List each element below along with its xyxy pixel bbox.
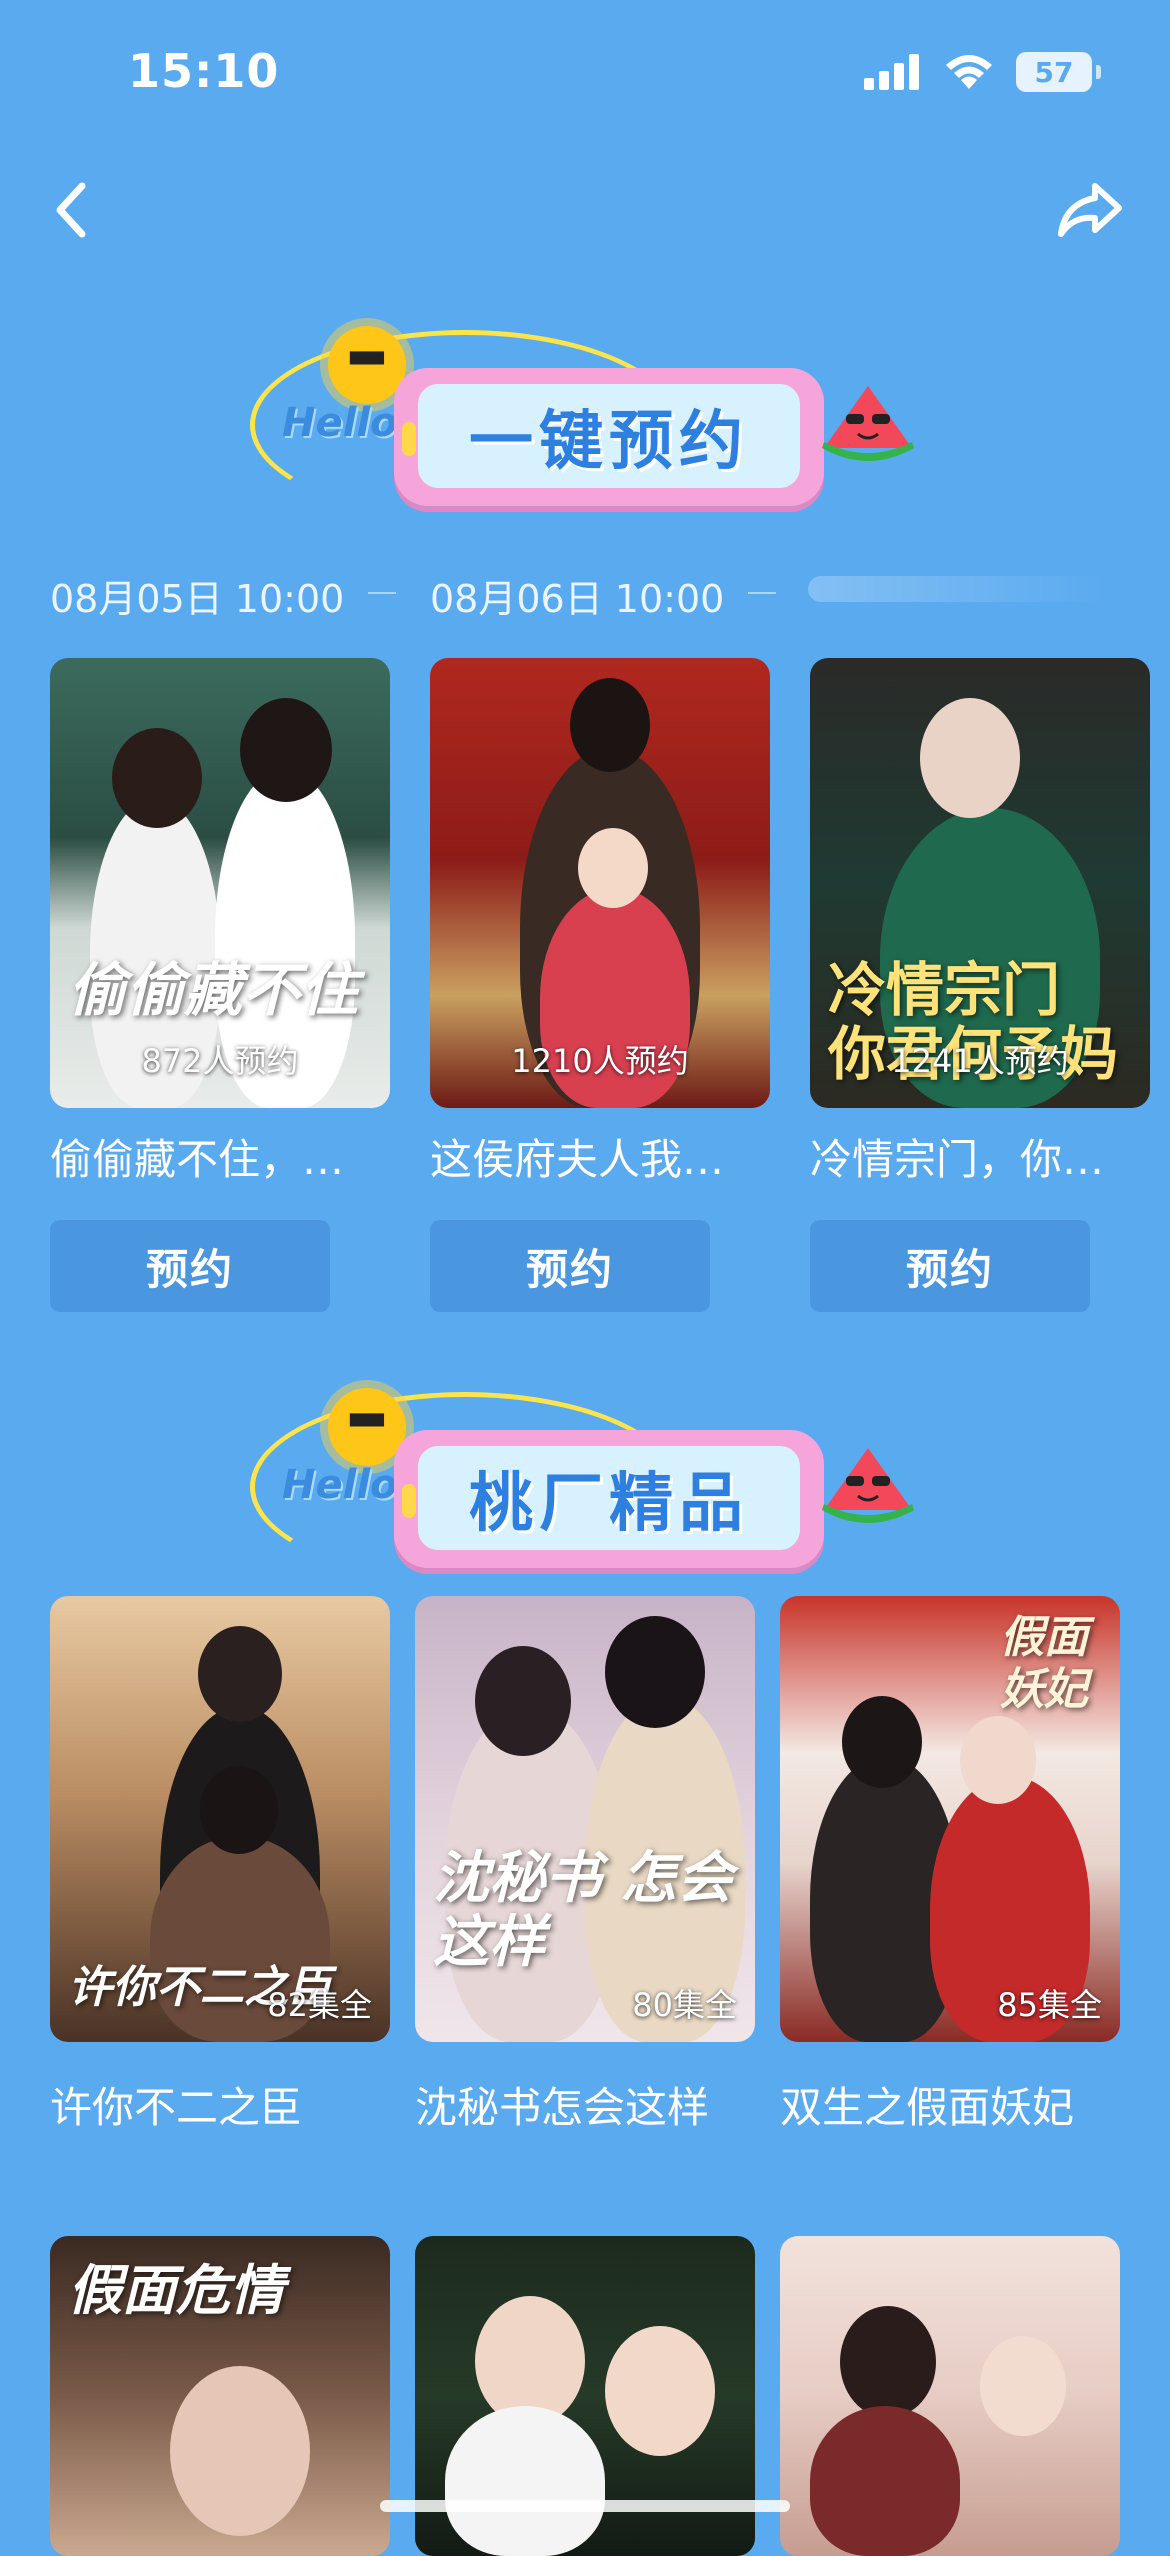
poster-figure: [578, 828, 648, 908]
status-icons: 57: [864, 52, 1101, 92]
watermelon-icon: [822, 1448, 914, 1523]
nav-bar: [0, 160, 1170, 250]
reserve-button[interactable]: 预约: [810, 1220, 1090, 1312]
drama-title[interactable]: 这侯府夫人我…: [430, 1126, 770, 1187]
wifi-icon: [946, 55, 992, 89]
poster-figure: [980, 2336, 1066, 2436]
drama-poster[interactable]: 偷偷藏不住 872人预约: [50, 658, 390, 1108]
drama-title[interactable]: 沈秘书怎会这样: [415, 2074, 755, 2135]
episode-count: 82集全: [267, 1986, 372, 2024]
chevron-left-icon: [56, 182, 86, 238]
poster-figure: [112, 728, 202, 828]
date-label: 08月06日 10:00: [430, 577, 725, 621]
drama-poster[interactable]: 许你不二之臣 82集全: [50, 1596, 390, 2042]
drama-poster[interactable]: [780, 2236, 1120, 2556]
reserve-count: 1241人预约: [891, 1042, 1069, 1080]
reserve-section-banner: ▀▀ Hello Summer 一键预约: [240, 316, 940, 520]
drama-title[interactable]: 许你不二之臣: [50, 2074, 390, 2135]
date-label-faded: [808, 576, 1108, 602]
share-arrow-icon: [1058, 183, 1122, 237]
poster-figure: [570, 678, 650, 772]
poster-figure: [170, 2366, 310, 2536]
poster-figure: [240, 698, 332, 802]
date-label: 08月05日 10:00: [50, 577, 345, 621]
reserve-button[interactable]: 预约: [430, 1220, 710, 1312]
watermelon-icon: [822, 386, 914, 461]
episode-count: 80集全: [632, 1986, 737, 2024]
status-bar: 15:10 57: [0, 0, 1170, 150]
poster-figure: [960, 1716, 1036, 1804]
cellular-signal-icon: [864, 54, 919, 90]
poster-title-art: 沈秘书 怎会这样: [433, 1845, 733, 1975]
home-indicator[interactable]: [380, 2500, 790, 2512]
drama-poster[interactable]: 假面危情: [50, 2236, 390, 2556]
drama-poster[interactable]: 冷情宗门 你君何予妈 1241人预约: [810, 658, 1150, 1108]
poster-figure: [810, 2406, 960, 2556]
poster-title-art: 假面妖妃: [1000, 1612, 1088, 1715]
reserve-count: 1210人预约: [511, 1042, 689, 1080]
poster-figure: [445, 2406, 605, 2556]
poster-figure: [605, 2326, 715, 2456]
share-button[interactable]: [1050, 170, 1130, 250]
banner-pill-inner: 桃厂精品: [402, 1446, 800, 1550]
poster-title-art: 假面危情: [68, 2258, 284, 2322]
poster-figure: [198, 1626, 282, 1722]
status-time: 15:10: [128, 44, 280, 98]
date-divider: [748, 592, 776, 594]
poster-figure: [605, 1616, 705, 1728]
banner-pill-inner: 一键预约: [402, 384, 800, 488]
poster-title-art: 偷偷藏不住: [68, 956, 359, 1024]
date-row: 08月05日 10:00 08月06日 10:00: [0, 568, 1170, 621]
reserve-count: 872人预约: [141, 1042, 299, 1080]
section-title-featured: 桃厂精品: [469, 1467, 749, 1541]
drama-poster[interactable]: 1210人预约: [430, 658, 770, 1108]
date-divider: [368, 592, 396, 594]
banner-pill: 桃厂精品: [394, 1430, 824, 1568]
drama-poster[interactable]: 假面妖妃 85集全: [780, 1596, 1120, 2042]
banner-pill: 一键预约: [394, 368, 824, 506]
episode-count: 85集全: [997, 1986, 1102, 2024]
poster-figure: [475, 1646, 571, 1756]
reserve-button[interactable]: 预约: [50, 1220, 330, 1312]
poster-figure: [920, 698, 1020, 818]
back-button[interactable]: [40, 170, 100, 250]
poster-figure: [200, 1766, 278, 1854]
drama-title[interactable]: 冷情宗门，你…: [810, 1126, 1150, 1187]
battery-icon: 57: [1016, 52, 1101, 92]
drama-poster[interactable]: 沈秘书 怎会这样 80集全: [415, 1596, 755, 2042]
drama-title[interactable]: 偷偷藏不住，…: [50, 1126, 390, 1187]
featured-section-banner: ▀▀ Hello Summer 桃厂精品: [240, 1378, 940, 1582]
drama-title[interactable]: 双生之假面妖妃: [780, 2074, 1130, 2135]
poster-figure: [840, 2306, 936, 2418]
poster-figure: [842, 1696, 922, 1788]
section-title-reserve: 一键预约: [469, 405, 749, 479]
